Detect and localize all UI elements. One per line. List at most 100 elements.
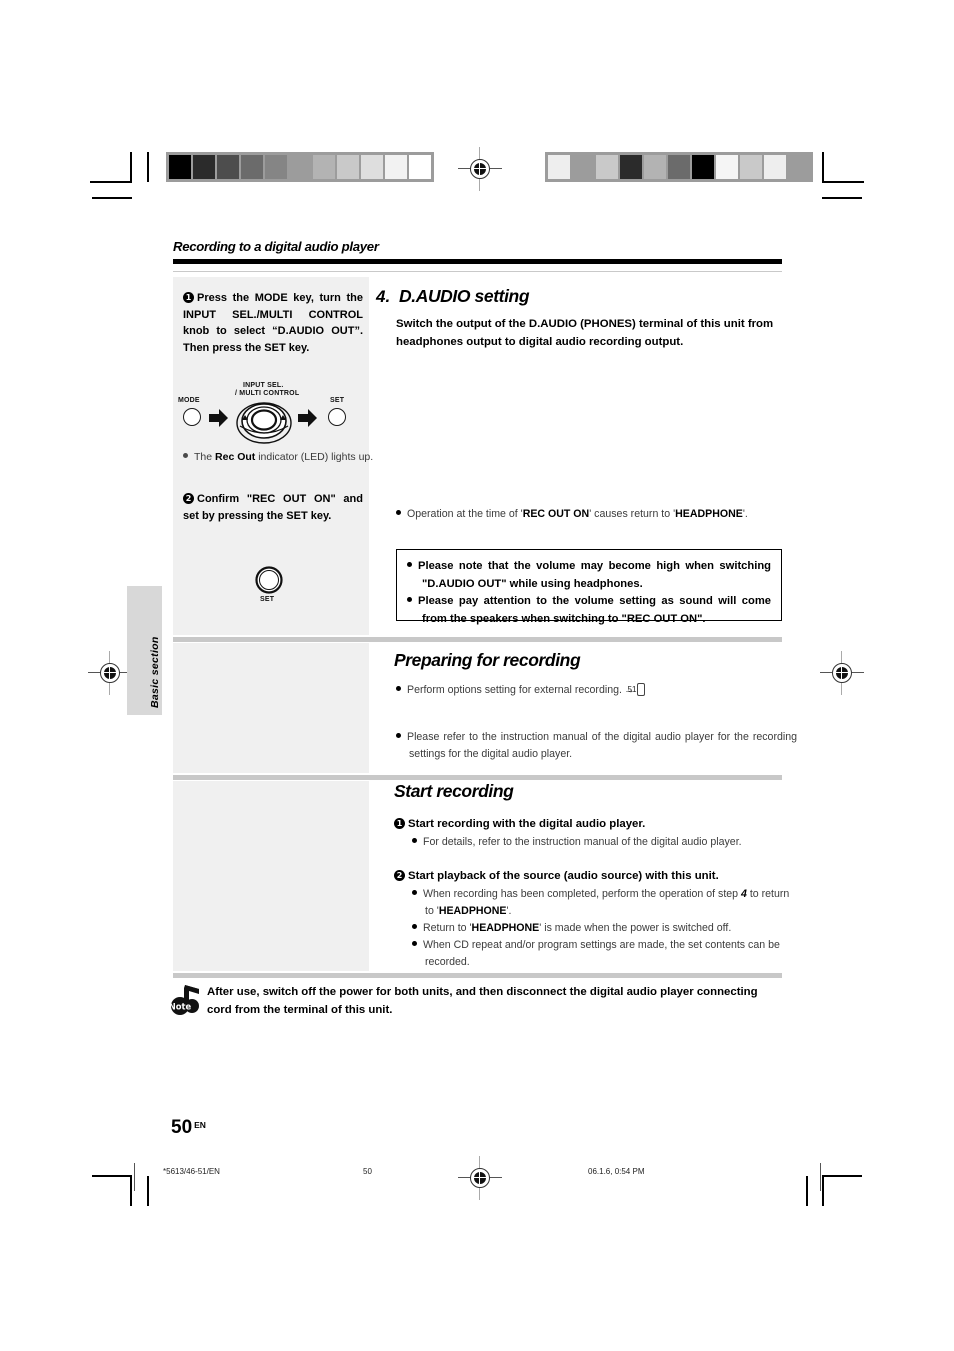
bullet-icon bbox=[396, 733, 401, 738]
bullet-icon bbox=[407, 562, 412, 567]
control-diagram-mode-knob-set: MODE INPUT SEL. / MULTI CONTROL SET bbox=[178, 382, 364, 444]
sub1-pre: When recording has been completed, perfo… bbox=[423, 888, 741, 900]
warning-box: Please note that the volume may become h… bbox=[396, 549, 782, 625]
diagram-set-label: SET bbox=[330, 397, 345, 404]
sub1-bold-headphone: HEADPHONE bbox=[438, 905, 507, 917]
section-divider-1 bbox=[173, 637, 782, 642]
section-4-number: 4. bbox=[376, 287, 391, 306]
calibration-swatch bbox=[644, 155, 666, 179]
page-reference-badge[interactable]: 51 bbox=[628, 683, 645, 696]
operation-note-pre: Operation at the time of ' bbox=[407, 508, 523, 520]
calibration-swatch bbox=[217, 155, 239, 179]
diagram-knob-label-line2: / MULTI CONTROL bbox=[235, 390, 300, 397]
left-step-1-text: Press the MODE key, turn the INPUT SEL./… bbox=[183, 292, 363, 354]
crop-mark-bottom-left-v bbox=[130, 1176, 132, 1206]
crop-mark-top-right-h bbox=[822, 181, 864, 183]
registration-mark-left bbox=[88, 651, 132, 695]
calibration-swatch bbox=[313, 155, 335, 179]
footer-rule-right bbox=[820, 1163, 821, 1191]
document-page: Recording to a digital audio player 1 Pre… bbox=[0, 0, 954, 1351]
calibration-swatch bbox=[193, 155, 215, 179]
side-tab-basic-section: Basic section bbox=[127, 586, 162, 715]
section-4-title: D.AUDIO setting bbox=[399, 286, 530, 306]
sub2-bold-headphone: HEADPHONE bbox=[471, 922, 540, 934]
crop-mark-bottom-right-h bbox=[822, 1175, 862, 1177]
calibration-swatch bbox=[265, 155, 287, 179]
crop-mark-bottom-left-h bbox=[92, 1175, 132, 1177]
step-number-badge: 1 bbox=[183, 292, 194, 303]
warning-item-1: Please note that the volume may become h… bbox=[407, 558, 771, 593]
start-recording-step-1-text: Start recording with the digital audio p… bbox=[408, 818, 646, 830]
set-button-icon-2 bbox=[255, 566, 283, 594]
start-recording-step-2-text: Start playback of the source (audio sour… bbox=[408, 870, 719, 882]
running-header-title: Recording to a digital audio player bbox=[173, 239, 379, 254]
mode-button-icon bbox=[183, 408, 201, 426]
bullet-icon bbox=[412, 838, 417, 843]
calibration-swatch bbox=[596, 155, 618, 179]
control-diagram-set: SET bbox=[245, 565, 305, 611]
start-recording-step-1-sub: For details, refer to the instruction ma… bbox=[412, 834, 797, 851]
bullet-icon bbox=[412, 924, 417, 929]
section-divider-3 bbox=[173, 973, 782, 978]
calibration-swatch bbox=[764, 155, 786, 179]
sub2-post: ' is made when the power is switched off… bbox=[539, 922, 732, 934]
bullet-icon bbox=[412, 941, 417, 946]
page-number: 50 EN bbox=[171, 1117, 206, 1139]
calibration-strip-left bbox=[166, 152, 434, 182]
preparing-item-2: Please refer to the instruction manual o… bbox=[396, 729, 797, 763]
crop-mark-top-left-h2 bbox=[92, 197, 132, 199]
arrow-right-icon-1 bbox=[209, 409, 228, 427]
registration-mark-right bbox=[820, 651, 864, 695]
header-rule-thick bbox=[173, 259, 782, 264]
calibration-swatch bbox=[409, 155, 431, 179]
crop-mark-top-right-h2 bbox=[822, 197, 862, 199]
crop-mark-bottom-right-v bbox=[822, 1176, 824, 1206]
set-button-icon-1 bbox=[328, 408, 346, 426]
diagram-knob-label-line1: INPUT SEL. bbox=[243, 382, 284, 389]
left-step-1: 1 Press the MODE key, turn the INPUT SEL.… bbox=[183, 290, 363, 356]
calibration-swatch bbox=[385, 155, 407, 179]
bullet-icon bbox=[396, 510, 401, 515]
step-number-badge: 2 bbox=[394, 870, 405, 881]
start-recording-step-2-sub-3: When CD repeat and/or program settings a… bbox=[412, 937, 797, 971]
start-recording-section-title: Start recording bbox=[394, 781, 514, 801]
sub3-text: When CD repeat and/or program settings a… bbox=[423, 939, 780, 968]
note-music-icon: Note bbox=[169, 985, 199, 1015]
bullet-icon bbox=[183, 453, 188, 458]
step-number-badge: 2 bbox=[183, 493, 194, 504]
operation-note-bold-headphone: HEADPHONE bbox=[675, 508, 743, 520]
crop-mark-top-left-v bbox=[130, 152, 132, 182]
calibration-strip-right bbox=[545, 152, 813, 182]
registration-mark-top-center bbox=[458, 147, 502, 191]
bullet-icon bbox=[396, 686, 401, 691]
diagram-set-label-2: SET bbox=[260, 596, 275, 603]
calibration-swatch bbox=[169, 155, 191, 179]
left-step-2: 2 Confirm "REC OUT ON" and set by pressin… bbox=[183, 491, 363, 524]
sub1-post: '. bbox=[506, 905, 512, 917]
left-panel-start-recording bbox=[173, 781, 369, 971]
footer-center-text: 50 bbox=[363, 1167, 372, 1176]
calibration-swatch bbox=[668, 155, 690, 179]
calibration-swatch bbox=[572, 155, 594, 179]
preparing-item-1-text: Perform options setting for external rec… bbox=[407, 684, 622, 696]
section-divider-2 bbox=[173, 775, 782, 780]
crop-mark-top-left-h bbox=[90, 181, 132, 183]
page-number-value: 50 bbox=[171, 1117, 193, 1138]
footer-right-text: 06.1.6, 0:54 PM bbox=[588, 1167, 645, 1176]
footer-rule-left bbox=[134, 1163, 135, 1191]
left-note-bold: Rec Out bbox=[215, 451, 256, 463]
registration-mark-bottom-center bbox=[458, 1156, 502, 1200]
calibration-swatch bbox=[740, 155, 762, 179]
calibration-swatch bbox=[692, 155, 714, 179]
warning-item-2-text: Please pay attention to the volume setti… bbox=[418, 595, 771, 625]
side-tab-label: Basic section bbox=[149, 636, 161, 708]
note-icon-label: Note bbox=[169, 1001, 192, 1011]
step-number-badge: 1 bbox=[394, 818, 405, 829]
crop-mark-bottom-left-v2 bbox=[147, 1176, 149, 1206]
arrow-right-icon-2 bbox=[298, 409, 317, 427]
operation-note-mid: ' causes return to ' bbox=[589, 508, 676, 520]
note-block-text: After use, switch off the power for both… bbox=[207, 986, 758, 1016]
calibration-swatch bbox=[289, 155, 311, 179]
bullet-icon bbox=[412, 890, 417, 895]
crop-mark-top-right-v bbox=[822, 152, 824, 182]
